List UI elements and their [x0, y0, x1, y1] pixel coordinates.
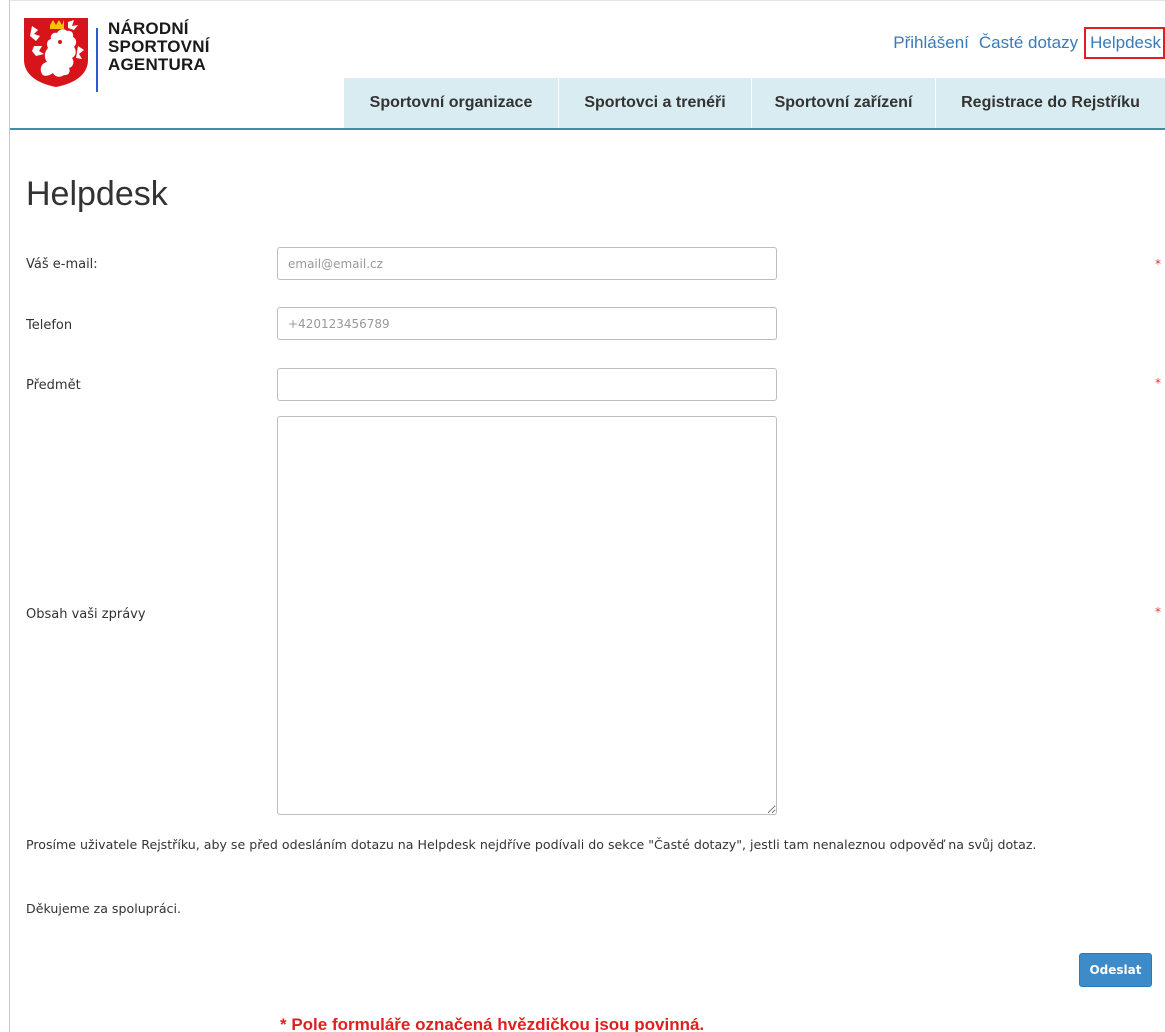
header-divider — [10, 128, 1165, 130]
message-textarea[interactable] — [277, 416, 777, 815]
subject-label: Předmět — [26, 378, 81, 393]
nav-item-registry-registration[interactable]: Registrace do Rejstříku — [936, 78, 1165, 128]
required-mark: * — [1155, 257, 1161, 271]
login-link[interactable]: Přihlášení — [893, 33, 969, 53]
nav-item-sports-facilities[interactable]: Sportovní zařízení — [752, 78, 936, 128]
nav-item-athletes-coaches[interactable]: Sportovci a trenéři — [559, 78, 752, 128]
required-mark: * — [1155, 605, 1161, 619]
email-label: Váš e-mail: — [26, 257, 98, 272]
logo-divider — [96, 28, 98, 92]
faq-link[interactable]: Časté dotazy — [979, 33, 1078, 53]
phone-label: Telefon — [26, 318, 73, 333]
submit-button[interactable]: Odeslat — [1079, 953, 1152, 987]
required-mark: * — [1155, 376, 1161, 390]
organization-name: NÁRODNÍ SPORTOVNÍ AGENTURA — [108, 20, 210, 74]
main-navigation: Sportovní organizace Sportovci a trenéři… — [344, 78, 1165, 128]
org-name-line: SPORTOVNÍ — [108, 37, 210, 56]
org-name-line: AGENTURA — [108, 55, 206, 74]
helpdesk-link[interactable]: Helpdesk — [1084, 27, 1165, 59]
required-fields-note: * Pole formuláře označená hvězdičkou jso… — [280, 1015, 705, 1032]
org-name-line: NÁRODNÍ — [108, 19, 189, 38]
top-links: Přihlášení Časté dotazy Helpdesk — [883, 26, 1165, 60]
faq-notice: Prosíme uživatele Rejstříku, aby se před… — [26, 837, 1037, 852]
phone-input[interactable] — [277, 307, 777, 340]
page-title: Helpdesk — [26, 175, 168, 213]
subject-input[interactable] — [277, 368, 777, 401]
nav-item-sports-organizations[interactable]: Sportovní organizace — [344, 78, 559, 128]
thanks-text: Děkujeme za spolupráci. — [26, 901, 181, 916]
email-input[interactable] — [277, 247, 777, 280]
czech-lion-emblem-icon — [24, 18, 88, 87]
message-label: Obsah vaši zprávy — [26, 607, 146, 622]
